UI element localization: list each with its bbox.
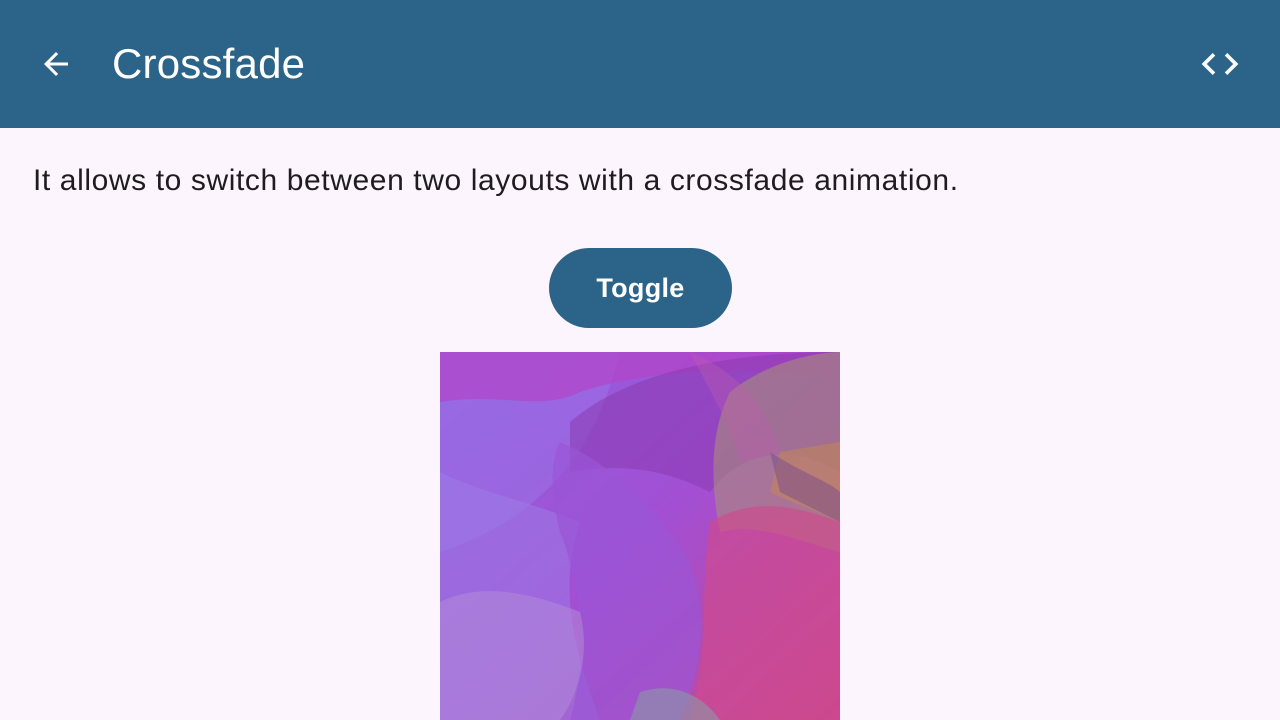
abstract-gradient-image — [440, 352, 840, 720]
view-code-button[interactable] — [1192, 36, 1248, 92]
description-text: It allows to switch between two layouts … — [33, 164, 959, 197]
arrow-back-icon — [44, 52, 68, 76]
crossfade-image — [440, 352, 840, 720]
toggle-button[interactable]: Toggle — [549, 248, 732, 328]
back-button[interactable] — [32, 40, 80, 88]
page-title: Crossfade — [112, 40, 306, 87]
code-icon — [1201, 53, 1239, 75]
top-app-bar: Crossfade — [0, 0, 1280, 128]
